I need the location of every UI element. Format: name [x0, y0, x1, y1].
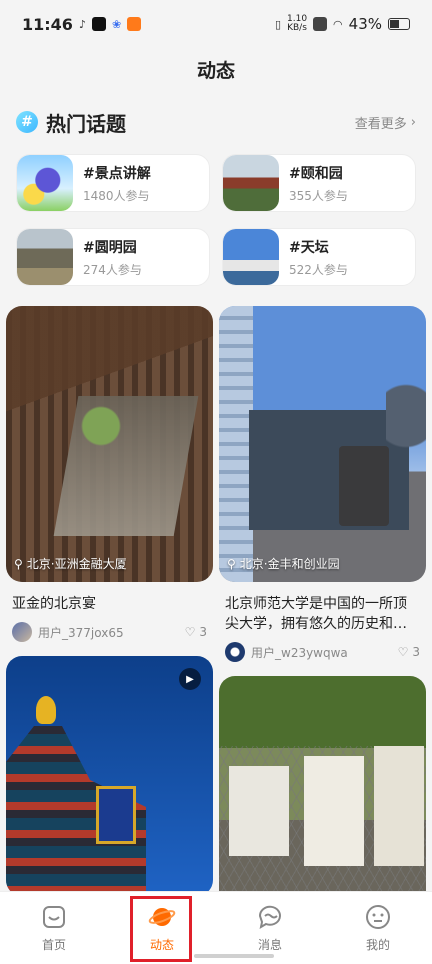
chat-bubble-icon [256, 904, 284, 930]
topic-card-yuanmingyuan[interactable]: #圆明园 274人参与 [16, 228, 210, 286]
post-card[interactable]: ▶ [6, 656, 213, 896]
feed-column-left: ⚲ 北京·亚洲金融大厦 亚金的北京宴 用户_377jox65 ♡ 3 ▶ [6, 306, 213, 916]
tab-profile[interactable]: 我的 [338, 904, 418, 953]
music-icon: ♪ [78, 17, 86, 31]
hot-topics-header: # 热门话题 查看更多 › [16, 106, 416, 138]
play-icon[interactable]: ▶ [179, 668, 201, 690]
post-meta: 用户_w23ywqwa ♡ 3 [225, 642, 420, 662]
avatar [12, 622, 32, 642]
like-button[interactable]: ♡ 3 [185, 625, 207, 639]
tiktok-icon [91, 17, 106, 31]
location-badge: ⚲ 北京·亚洲金融大厦 [14, 556, 127, 572]
topic-grid: #景点讲解 1480人参与 #颐和园 355人参与 #圆明园 274人参与 #天… [16, 154, 416, 286]
post-title: 亚金的北京宴 [12, 596, 96, 612]
avatar [225, 642, 245, 662]
location-pin-icon: ⚲ [14, 556, 23, 571]
status-bar: 11:46 ♪ ❀ ▯ 1.10 KB/s ◠ 43% [0, 0, 432, 48]
topic-thumbnail [223, 229, 279, 285]
page-title: 动态 [196, 60, 235, 82]
see-more-link[interactable]: 查看更多 › [355, 113, 416, 132]
taobao-icon [127, 17, 142, 31]
vibrate-icon: ▯ [274, 17, 281, 31]
wifi-icon: ◠ [333, 17, 343, 31]
topic-card-yiheyuan[interactable]: #颐和园 355人参与 [222, 154, 416, 212]
tab-messages[interactable]: 消息 [230, 904, 310, 953]
net-speed: 1.10 KB/s [287, 14, 308, 33]
feed: ⚲ 北京·亚洲金融大厦 亚金的北京宴 用户_377jox65 ♡ 3 ▶ ⚲ 北… [6, 306, 426, 916]
tab-home[interactable]: 首页 [14, 904, 94, 953]
topic-card-tiantan[interactable]: #天坛 522人参与 [222, 228, 416, 286]
post-title: 北京师范大学是中国的一所顶尖大学，拥有悠久的历史和… [225, 596, 407, 632]
face-icon [364, 904, 392, 930]
app-notify-icon: ❀ [111, 17, 122, 31]
location-pin-icon: ⚲ [227, 556, 236, 571]
post-image [219, 676, 426, 916]
heart-icon: ♡ [184, 625, 196, 639]
chevron-right-icon: › [410, 114, 416, 130]
like-button[interactable]: ♡ 3 [398, 645, 420, 659]
author[interactable]: 用户_377jox65 [12, 622, 124, 642]
home-icon [40, 904, 68, 930]
home-indicator [194, 954, 274, 958]
battery-percent: 43% [348, 15, 382, 33]
topic-thumbnail [17, 155, 73, 211]
post-card[interactable]: ⚲ 北京·亚洲金融大厦 亚金的北京宴 用户_377jox65 ♡ 3 [6, 306, 213, 642]
post-card[interactable] [219, 676, 426, 916]
post-image: ▶ [6, 656, 213, 896]
location-badge: ⚲ 北京·金丰和创业园 [227, 556, 340, 572]
author[interactable]: 用户_w23ywqwa [225, 642, 348, 662]
feed-column-right: ⚲ 北京·金丰和创业园 北京师范大学是中国的一所顶尖大学，拥有悠久的历史和… 用… [219, 306, 426, 916]
topic-thumbnail [17, 229, 73, 285]
hot-topics-title: 热门话题 [46, 111, 126, 136]
post-card[interactable]: ⚲ 北京·金丰和创业园 北京师范大学是中国的一所顶尖大学，拥有悠久的历史和… 用… [219, 306, 426, 662]
battery-icon [388, 18, 410, 30]
post-meta: 用户_377jox65 ♡ 3 [12, 622, 207, 642]
status-time: 11:46 [22, 14, 73, 34]
heart-icon: ♡ [397, 645, 409, 659]
topic-card-jingdian[interactable]: #景点讲解 1480人参与 [16, 154, 210, 212]
hashtag-icon: # [16, 111, 38, 133]
post-image: ⚲ 北京·亚洲金融大厦 [6, 306, 213, 582]
active-tab-highlight [130, 896, 192, 962]
app-status-icon [313, 17, 328, 31]
topic-thumbnail [223, 155, 279, 211]
post-image: ⚲ 北京·金丰和创业园 [219, 306, 426, 582]
